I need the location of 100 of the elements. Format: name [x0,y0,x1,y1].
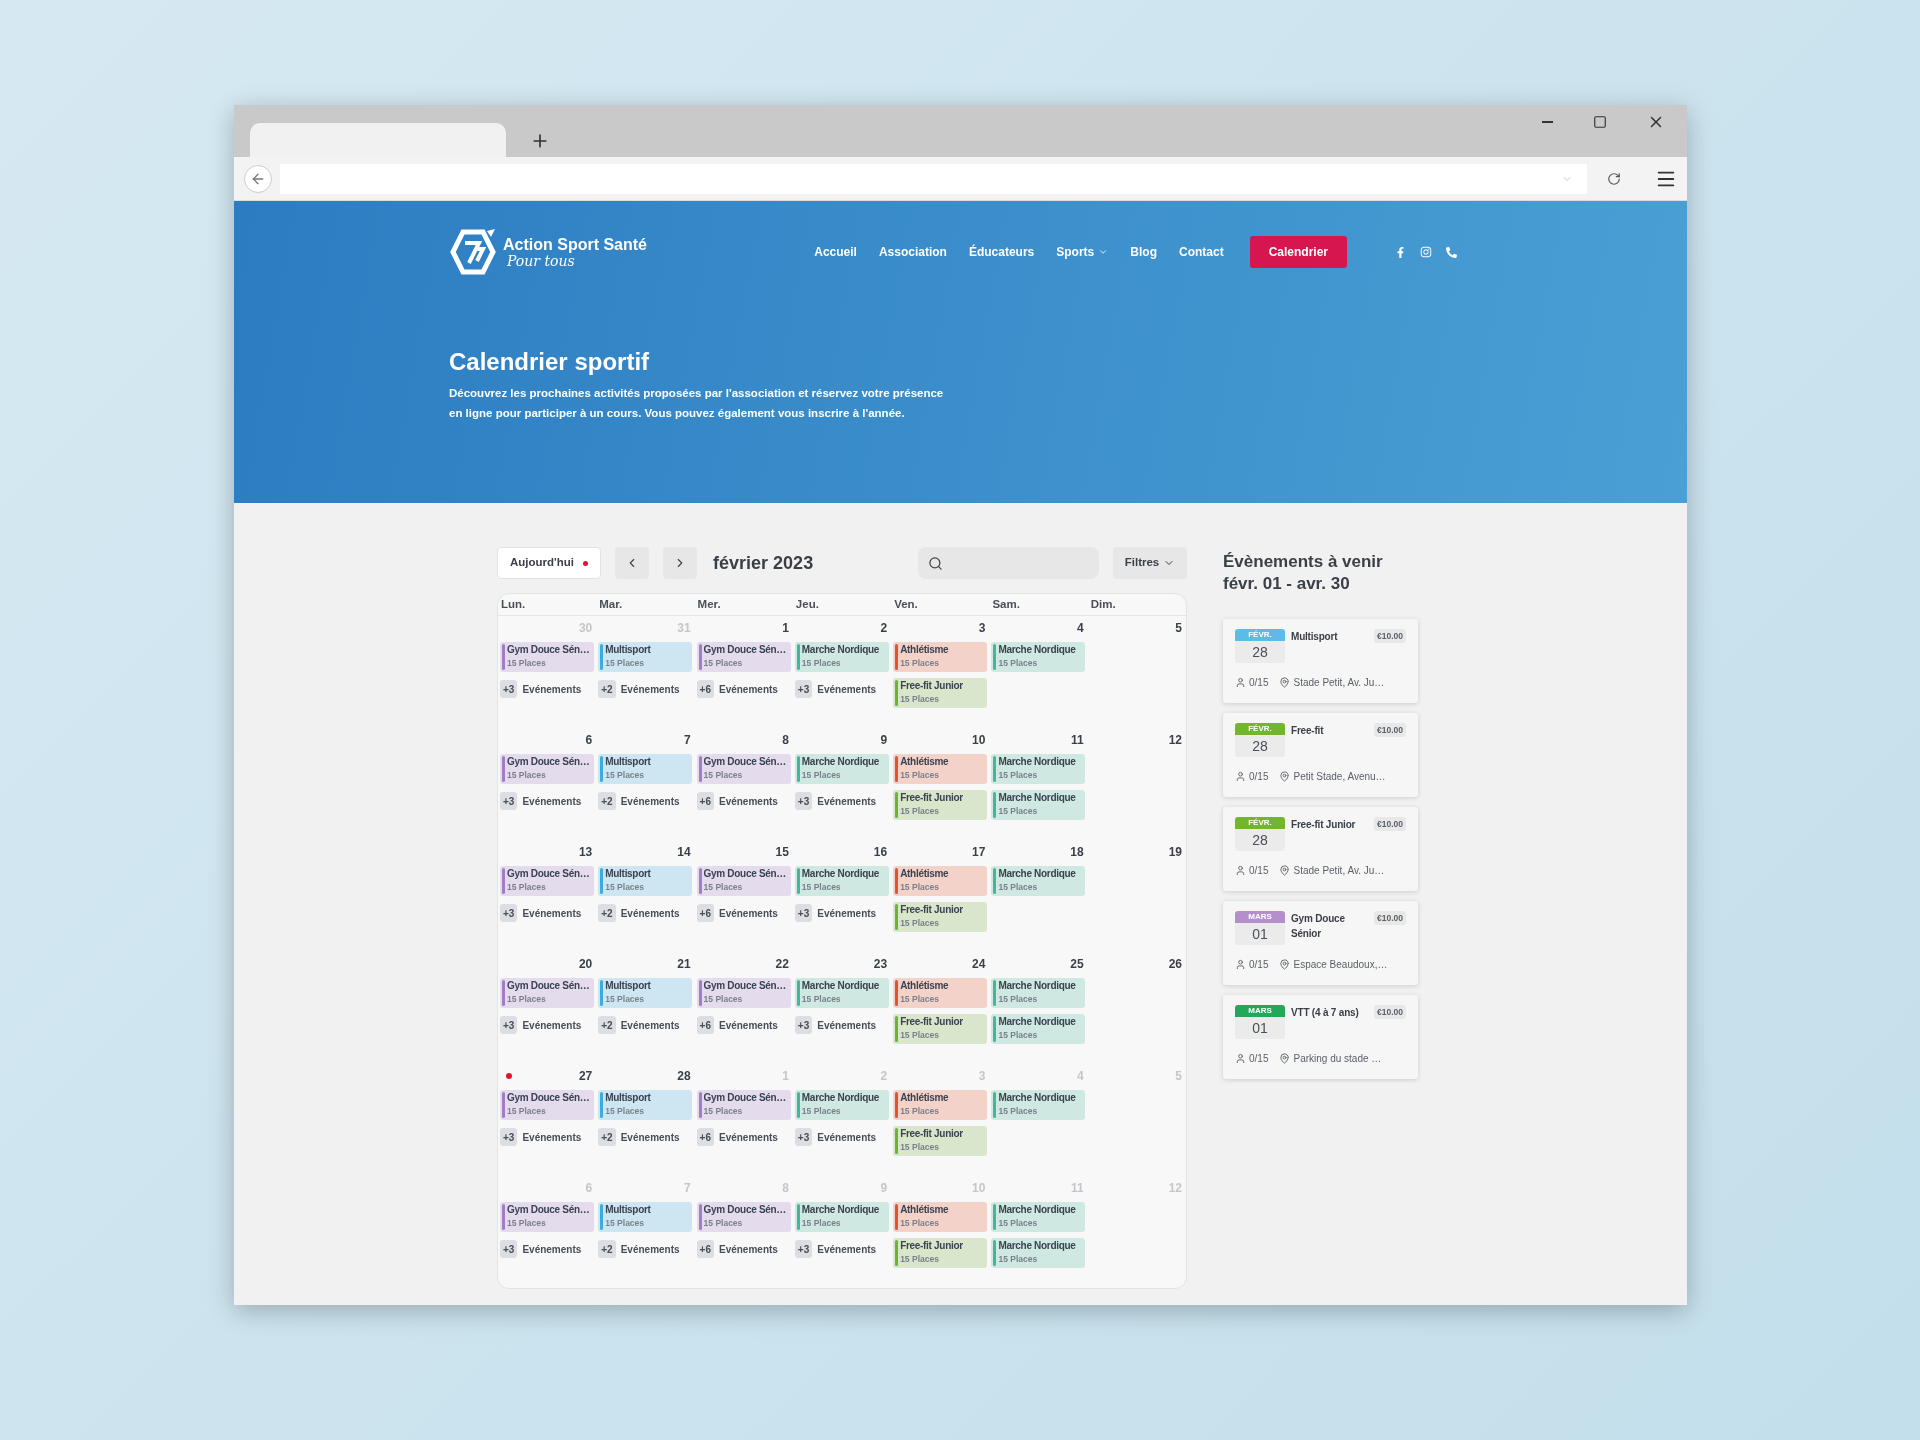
more-events-button[interactable]: +3 Evénements [500,790,595,812]
event-card[interactable]: MARS 01 VTT (4 à 7 ans) €10.00 0/15 Parking du stade … [1223,995,1418,1079]
event-chip[interactable]: Athlétisme 15 Places [893,866,988,896]
event-chip[interactable]: Free-fit Junior 15 Places [893,902,988,932]
event-places: 15 Places [507,881,547,893]
event-chip[interactable]: Marche Nordique 15 Places [794,754,889,784]
event-chip[interactable]: Marche Nordique 15 Places [794,866,889,896]
event-chip[interactable]: Marche Nordique 15 Places [794,1090,889,1120]
nav-link[interactable]: Éducateurs [968,243,1035,261]
event-chip[interactable]: Gym Douce Sén… 15 Places [500,642,594,672]
more-events-button[interactable]: +2 Evénements [598,678,693,700]
event-chip[interactable]: Gym Douce Sén… 15 Places [500,1090,594,1120]
page-description: Découvrez les prochaines activités proposées par l'association et réservez votre présence en ligne pour participer à un cours. Vous pouvez également vous inscrire à l'année. [449,386,945,421]
event-location: Parking du stade … [1293,1052,1382,1066]
event-chip[interactable]: Multisport 15 Places [598,866,693,896]
event-chip[interactable]: Multisport 15 Places [598,1090,693,1120]
url-field[interactable] [280,163,1587,194]
event-chip[interactable]: Multisport 15 Places [598,754,693,784]
today-button[interactable]: Aujourd'hui [497,547,602,579]
event-places: 15 Places [998,1253,1039,1265]
more-events-button[interactable]: +3 Evénements [794,1126,890,1148]
event-chip[interactable]: Marche Nordique 15 Places [991,754,1086,784]
more-events-button[interactable]: +2 Evénements [598,1014,693,1036]
event-chip[interactable]: Gym Douce Sén… 15 Places [696,642,791,672]
event-chip[interactable]: Marche Nordique 15 Places [991,1014,1086,1044]
more-events-button[interactable]: +6 Evénements [696,1126,791,1148]
instagram-icon [1420,246,1432,258]
event-chip[interactable]: Free-fit Junior 15 Places [893,678,988,708]
back-button[interactable] [244,164,272,193]
weekday-label: Dim. [1089,596,1117,612]
more-events-button[interactable]: +3 Evénements [500,1238,595,1260]
event-card[interactable]: MARS 01 Gym Douce Sénior €10.00 0/15 Espace Beaudoux,… [1223,901,1418,985]
event-name: Gym Douce Sén… [507,1203,590,1217]
event-chip[interactable]: Athlétisme 15 Places [893,978,988,1008]
more-events-button[interactable]: +2 Evénements [598,1238,693,1260]
more-events-button[interactable]: +3 Evénements [500,1126,595,1148]
search-field[interactable] [918,547,1099,579]
event-chip[interactable]: Marche Nordique 15 Places [794,1202,889,1232]
event-chip[interactable]: Marche Nordique 15 Places [794,642,889,672]
event-chip[interactable]: Gym Douce Sén… 15 Places [696,978,791,1008]
more-events-button[interactable]: +3 Evénements [500,1014,595,1036]
event-chip[interactable]: Marche Nordique 15 Places [991,1202,1086,1232]
event-chip[interactable]: Gym Douce Sén… 15 Places [500,1202,594,1232]
event-chip[interactable]: Free-fit Junior 15 Places [893,1014,988,1044]
more-events-button[interactable]: +6 Evénements [696,1238,791,1260]
event-chip[interactable]: Gym Douce Sén… 15 Places [500,978,594,1008]
event-card[interactable]: FÉVR. 28 Free-fit Junior €10.00 0/15 Stade Petit, Av. Ju… [1223,807,1418,891]
event-chip[interactable]: Gym Douce Sén… 15 Places [500,866,594,896]
event-chip[interactable]: Multisport 15 Places [598,642,693,672]
event-chip[interactable]: Marche Nordique 15 Places [991,790,1086,820]
more-events-button[interactable]: +6 Evénements [696,902,791,924]
more-events-button[interactable]: +3 Evénements [794,1238,890,1260]
event-places: 15 Places [507,1217,547,1229]
nav-link[interactable]: Accueil [814,243,857,261]
filters-button[interactable]: Filtres [1113,547,1187,579]
more-events-button[interactable]: +3 Evénements [794,1014,890,1036]
day-number: 16 [873,844,888,861]
event-chip[interactable]: Free-fit Junior 15 Places [893,790,988,820]
more-events-button[interactable]: +2 Evénements [598,1126,693,1148]
event-chip[interactable]: Multisport 15 Places [598,1202,693,1232]
event-chip[interactable]: Athlétisme 15 Places [893,754,988,784]
day-number: 26 [1168,956,1182,973]
more-events-button[interactable]: +2 Evénements [598,790,693,812]
event-chip[interactable]: Marche Nordique 15 Places [991,642,1086,672]
event-chip[interactable]: Free-fit Junior 15 Places [893,1238,988,1268]
more-events-button[interactable]: +3 Evénements [794,902,890,924]
event-chip[interactable]: Gym Douce Sén… 15 Places [696,1090,791,1120]
nav-link[interactable]: Association [878,243,947,261]
event-chip[interactable]: Marche Nordique 15 Places [991,1238,1086,1268]
more-events-button[interactable]: +3 Evénements [794,678,890,700]
event-chip[interactable]: Marche Nordique 15 Places [794,978,889,1008]
event-chip[interactable]: Free-fit Junior 15 Places [893,1126,988,1156]
event-chip[interactable]: Gym Douce Sén… 15 Places [696,1202,791,1232]
person-icon [1235,1053,1246,1064]
event-card[interactable]: FÉVR. 28 Multisport €10.00 0/15 Stade Petit, Av. Ju… [1223,619,1418,703]
event-chip[interactable]: Multisport 15 Places [598,978,693,1008]
event-chip[interactable]: Marche Nordique 15 Places [991,866,1086,896]
count-badge: +6 [696,792,714,810]
event-card[interactable]: FÉVR. 28 Free-fit €10.00 0/15 Petit Stade, Avenu… [1223,713,1418,797]
more-events-button[interactable]: +3 Evénements [794,790,890,812]
more-events-button[interactable]: +6 Evénements [696,678,791,700]
event-chip[interactable]: Gym Douce Sén… 15 Places [696,754,791,784]
event-chip[interactable]: Athlétisme 15 Places [893,642,988,672]
previous-month-button[interactable] [615,547,650,579]
event-chip[interactable]: Gym Douce Sén… 15 Places [500,754,594,784]
more-events-button[interactable]: +6 Evénements [696,790,791,812]
event-chip[interactable]: Marche Nordique 15 Places [991,1090,1086,1120]
calendar-button[interactable]: Calendrier [1249,236,1347,268]
next-month-button[interactable] [663,547,698,579]
event-chip[interactable]: Gym Douce Sén… 15 Places [696,866,791,896]
browser-tab[interactable] [250,123,506,157]
more-events-button[interactable]: +6 Evénements [696,1014,791,1036]
event-chip[interactable]: Athlétisme 15 Places [893,1090,988,1120]
minimize-icon[interactable] [1542,121,1553,123]
day-number: 21 [677,956,691,973]
event-chip[interactable]: Marche Nordique 15 Places [991,978,1086,1008]
more-events-button[interactable]: +3 Evénements [500,902,595,924]
event-chip[interactable]: Athlétisme 15 Places [893,1202,988,1232]
more-events-button[interactable]: +2 Evénements [598,902,693,924]
more-events-button[interactable]: +3 Evénements [500,678,595,700]
